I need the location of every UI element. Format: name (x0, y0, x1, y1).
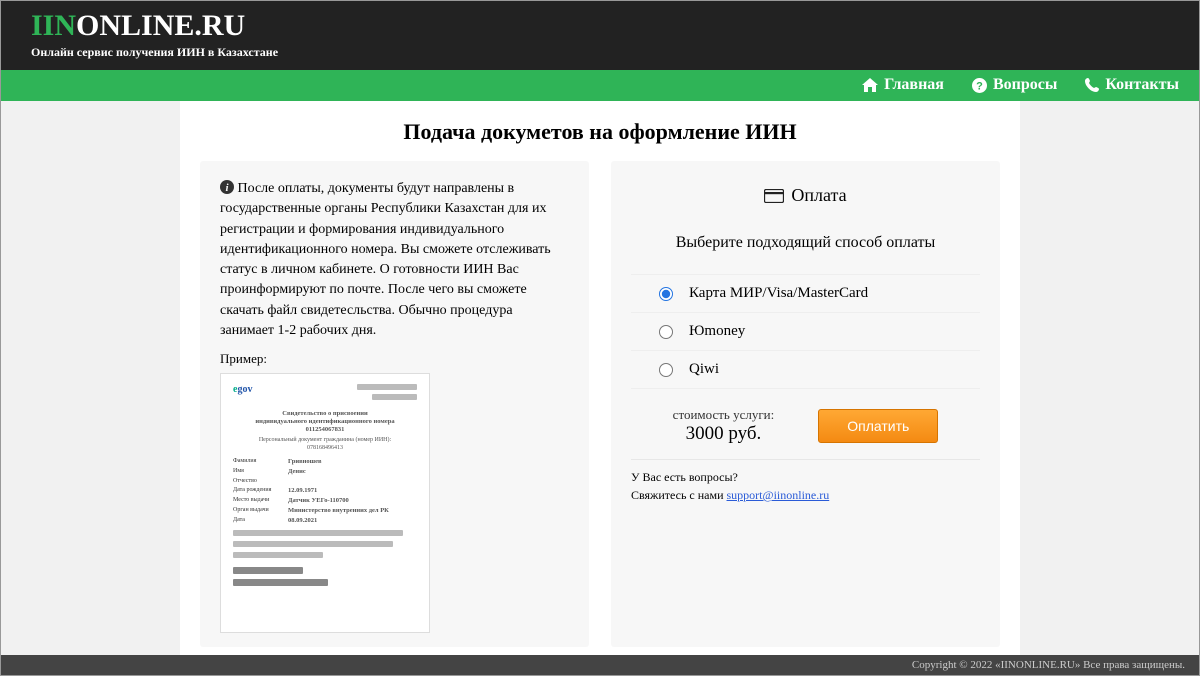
cost-value: 3000 руб. (673, 423, 775, 445)
question-icon: ? (972, 78, 987, 93)
payment-subtitle: Выберите подходящий способ оплаты (631, 234, 980, 252)
payment-option-qiwi[interactable]: Qiwi (631, 351, 980, 389)
logo-part1: IIN (31, 9, 76, 42)
radio-card[interactable] (659, 287, 673, 301)
nav-faq-label: Вопросы (993, 76, 1057, 94)
header-bar: IINONLINE.RU Онлайн сервис получения ИИН… (1, 1, 1199, 70)
pay-button[interactable]: Оплатить (818, 409, 938, 443)
phone-icon (1085, 78, 1099, 92)
example-label: Пример: (220, 351, 569, 367)
radio-yoomoney[interactable] (659, 325, 673, 339)
nav-contacts-label: Контакты (1105, 76, 1179, 94)
site-tagline: Онлайн сервис получения ИИН в Казахстане (31, 45, 1169, 60)
info-card: i После оплаты, документы будут направле… (200, 161, 589, 647)
card-icon (764, 189, 784, 203)
nav-home-label: Главная (884, 76, 944, 94)
cost-block: стоимость услуги: 3000 руб. (673, 407, 775, 445)
support-email-link[interactable]: support@iinonline.ru (727, 488, 830, 502)
home-icon (862, 78, 878, 92)
nav-home[interactable]: Главная (862, 76, 944, 94)
payment-option-yoomoney[interactable]: Юmoney (631, 313, 980, 351)
nav-contacts[interactable]: Контакты (1085, 76, 1179, 94)
payment-option-card[interactable]: Карта МИР/Visa/MasterCard (631, 274, 980, 313)
page-title: Подача докуметов на оформление ИИН (403, 119, 796, 145)
logo-part2: ONLINE.RU (76, 9, 245, 42)
payment-title: Оплата (791, 185, 846, 206)
option-yoomoney-label: Юmoney (689, 323, 745, 340)
nav-faq[interactable]: ? Вопросы (972, 76, 1057, 94)
egov-gov: gov (237, 384, 252, 395)
document-preview: egov Свидетельство о присвоениииндивидуа… (220, 373, 430, 633)
contact-prefix: Свяжитесь с нами (631, 488, 727, 502)
info-text: После оплаты, документы будут направлены… (220, 181, 551, 338)
option-qiwi-label: Qiwi (689, 361, 719, 378)
questions-text: У Вас есть вопросы? (631, 470, 980, 485)
info-icon: i (220, 180, 234, 194)
doc-subtitle: Персональный документ гражданина (номер … (233, 437, 417, 453)
footer-copyright: Copyright © 2022 «IINONLINE.RU» Все прав… (1, 655, 1199, 675)
option-card-label: Карта МИР/Visa/MasterCard (689, 285, 868, 302)
payment-card: Оплата Выберите подходящий способ оплаты… (611, 161, 1000, 647)
svg-text:?: ? (976, 80, 983, 92)
radio-qiwi[interactable] (659, 363, 673, 377)
main-nav: Главная ? Вопросы Контакты (1, 70, 1199, 101)
site-logo[interactable]: IINONLINE.RU (31, 9, 1169, 43)
doc-title: Свидетельство о присвоениииндивидуальног… (239, 410, 411, 433)
cost-label: стоимость услуги: (673, 407, 775, 423)
